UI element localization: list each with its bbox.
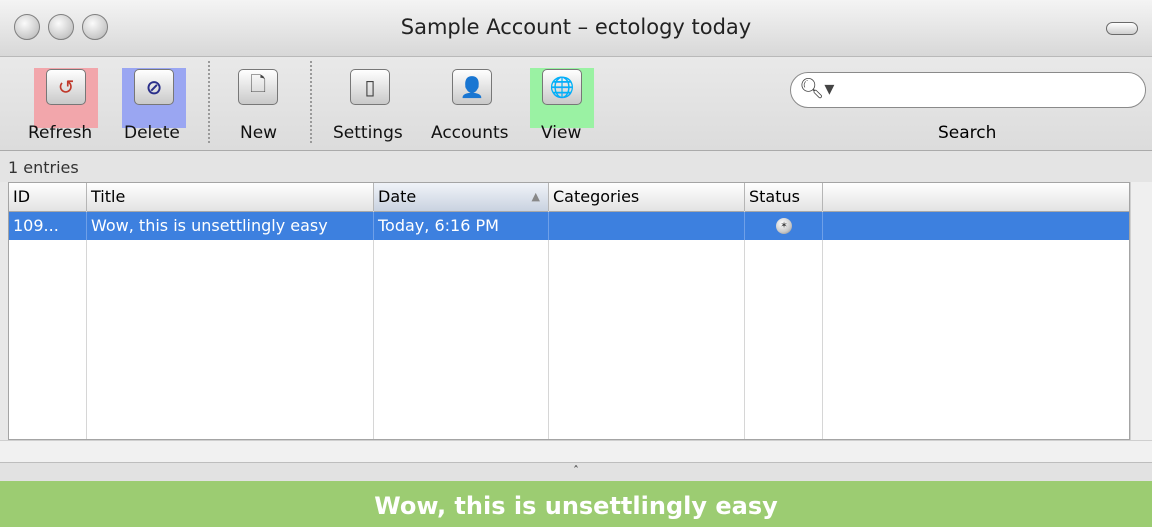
column-divider [86, 211, 87, 439]
refresh-icon: ↺ [46, 69, 86, 105]
settings-label: Settings [333, 123, 403, 143]
column-header-status[interactable]: Status [745, 183, 823, 211]
accounts-label: Accounts [431, 123, 509, 143]
search-input[interactable] [831, 79, 1135, 103]
delete-icon: ⊘ [134, 69, 174, 105]
column-header-label: Title [91, 187, 126, 206]
horizontal-scrollbar[interactable] [0, 440, 1152, 463]
column-header-label: Date [378, 187, 417, 206]
app-window: Sample Account – ectology today ↺ Refres… [0, 0, 1152, 527]
column-divider [373, 211, 374, 439]
table-row[interactable]: 109... Wow, this is unsettlingly easy To… [9, 212, 1129, 240]
column-header-date[interactable]: Date ▲ [374, 183, 549, 211]
new-label: New [240, 123, 278, 143]
search-field[interactable]: 🔍︎▾ [790, 72, 1146, 108]
cell-categories [549, 212, 745, 240]
entries-table: ID Title Date ▲ Categories Status 109...… [8, 182, 1130, 440]
splitter-grip-icon: ˆ [573, 464, 579, 478]
toolbar-separator [310, 61, 312, 143]
search-label: Search [938, 123, 997, 143]
entries-count-bar: 1 entries [0, 151, 1152, 182]
column-header-blank [823, 183, 1129, 211]
preview-title: Wow, this is unsettlingly easy [374, 492, 778, 520]
cell-title: Wow, this is unsettlingly easy [87, 212, 374, 240]
column-divider [744, 211, 745, 439]
posted-status-icon: ✶ [776, 218, 792, 234]
entries-count: 1 entries [8, 158, 79, 177]
toolbar: ↺ Refresh ⊘ Delete 🗋 New ▯ Settings 👤 Ac… [0, 57, 1152, 151]
refresh-label: Refresh [28, 123, 93, 143]
search-icon[interactable]: 🔍︎▾ [799, 76, 834, 100]
entry-preview: Wow, this is unsettlingly easy [0, 481, 1152, 527]
accounts-icon: 👤 [452, 69, 492, 105]
cell-id: 109... [9, 212, 87, 240]
column-header-label: Status [749, 187, 800, 206]
column-header-title[interactable]: Title [87, 183, 374, 211]
new-document-icon: 🗋 [238, 69, 278, 105]
window-title: Sample Account – ectology today [400, 15, 752, 39]
delete-label: Delete [124, 123, 180, 143]
title-bar: Sample Account – ectology today [0, 0, 1152, 57]
column-header-id[interactable]: ID [9, 183, 87, 211]
toolbar-toggle-button[interactable] [1106, 22, 1138, 35]
view-globe-icon: 🌐 [542, 69, 582, 105]
column-divider [548, 211, 549, 439]
vertical-scrollbar[interactable] [1130, 182, 1152, 440]
split-view-handle[interactable]: ˆ [0, 462, 1152, 481]
column-header-label: Categories [553, 187, 640, 206]
view-label: View [541, 123, 582, 143]
cell-status: ✶ [745, 212, 823, 240]
cell-date: Today, 6:16 PM [374, 212, 549, 240]
settings-icon: ▯ [350, 69, 390, 105]
sort-ascending-icon: ▲ [531, 190, 540, 203]
column-divider [822, 211, 823, 439]
column-header-categories[interactable]: Categories [549, 183, 745, 211]
toolbar-separator [208, 61, 210, 143]
column-header-label: ID [13, 187, 31, 206]
table-header: ID Title Date ▲ Categories Status [9, 183, 1129, 212]
